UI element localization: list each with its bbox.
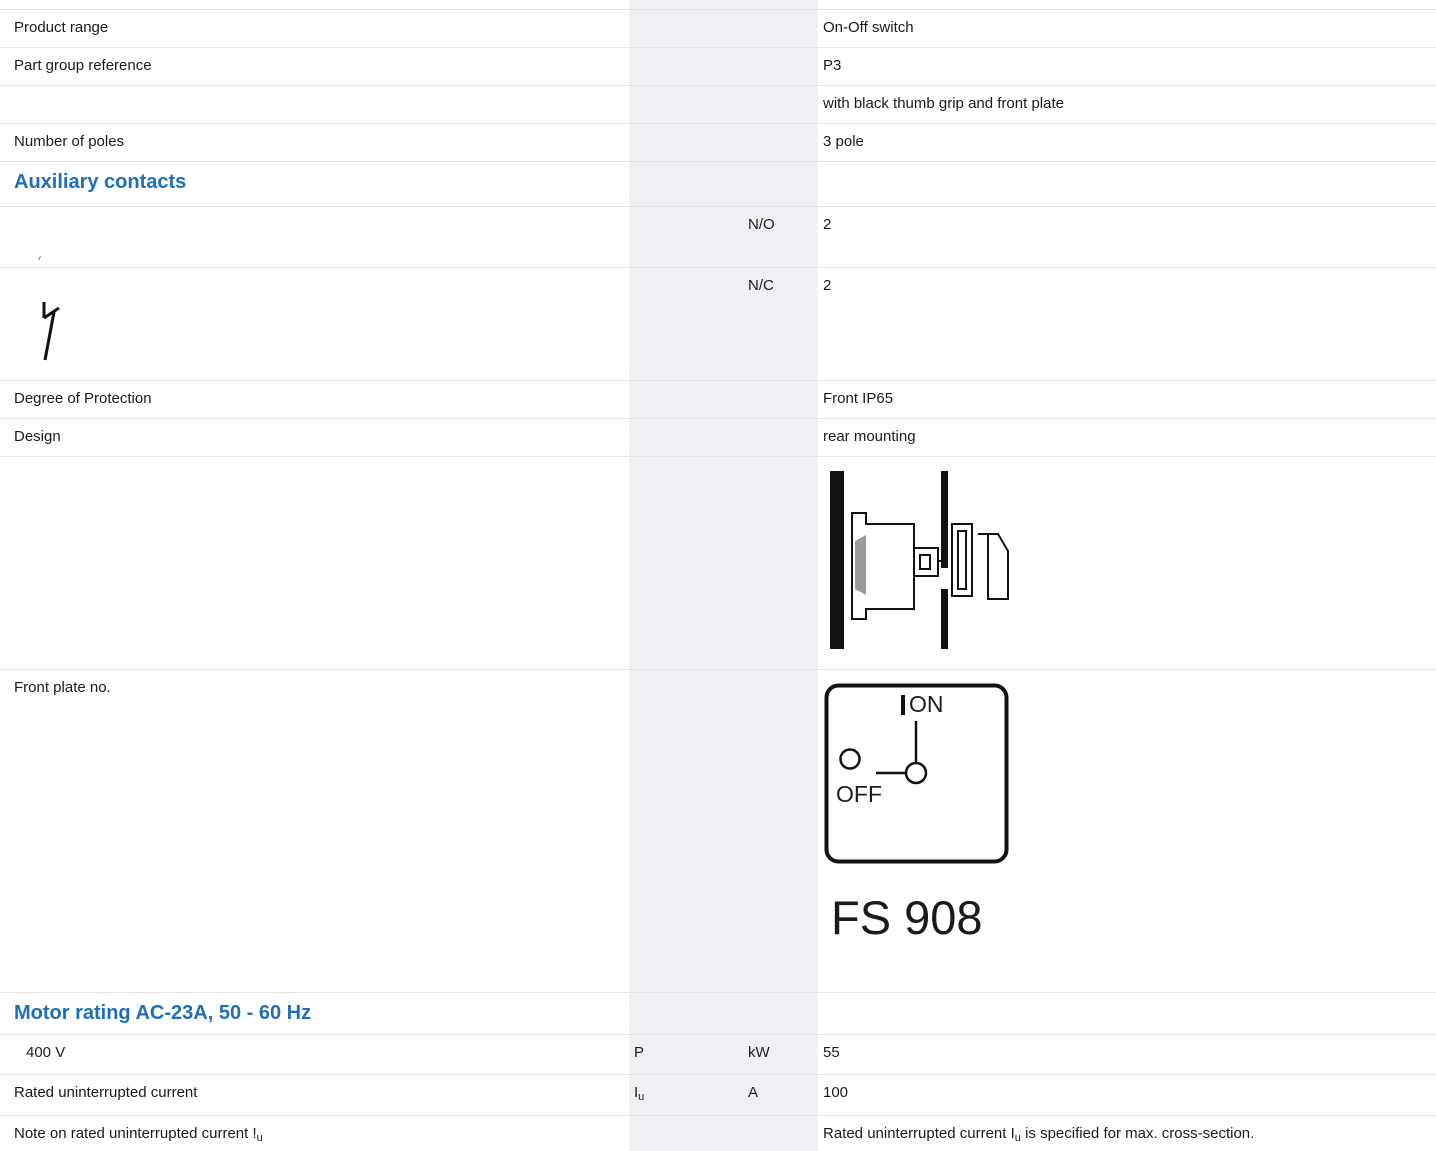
- section-auxiliary-contacts: Auxiliary contacts: [0, 162, 1436, 207]
- row-value: 2: [823, 277, 832, 294]
- row-aux-nc: N/C 2: [0, 268, 1436, 381]
- top-border: [0, 0, 1436, 10]
- row-grip: with black thumb grip and front plate: [0, 86, 1436, 124]
- row-value: 2: [823, 216, 832, 233]
- row-label: 400 V: [26, 1044, 66, 1061]
- row-value: 3 pole: [823, 133, 864, 150]
- row-symbol: Iu: [634, 1084, 645, 1103]
- row-label: Product range: [14, 19, 109, 36]
- row-design: Design rear mounting: [0, 419, 1436, 457]
- row-value: 100: [823, 1084, 849, 1101]
- row-label: Part group reference: [14, 57, 152, 74]
- on-label: ON: [909, 691, 944, 717]
- off-label: OFF: [836, 781, 882, 807]
- row-symbol: P: [634, 1044, 645, 1061]
- row-label: Number of poles: [14, 133, 125, 150]
- row-value: Front IP65: [823, 390, 894, 407]
- section-heading: Auxiliary contacts: [14, 171, 187, 193]
- section-heading: Motor rating AC-23A, 50 - 60 Hz: [14, 1002, 312, 1024]
- rear-mounting-diagram-icon: [828, 469, 1018, 651]
- row-front-plate: Front plate no. ON OFF FS 908: [0, 670, 1436, 993]
- row-unit: A: [748, 1084, 759, 1101]
- row-part-group: Part group reference P3: [0, 48, 1436, 86]
- row-design-drawing: [0, 457, 1436, 670]
- row-protection: Degree of Protection Front IP65: [0, 381, 1436, 419]
- front-plate-drawing: ON OFF: [824, 683, 1010, 865]
- row-rated-current: Rated uninterrupted current Iu A 100: [0, 1075, 1436, 1116]
- row-unit: kW: [748, 1044, 770, 1061]
- row-value: P3: [823, 57, 842, 74]
- row-label: Degree of Protection: [14, 390, 152, 407]
- row-poles: Number of poles 3 pole: [0, 124, 1436, 162]
- row-note: Note on rated uninterrupted current !u R…: [0, 1116, 1436, 1151]
- row-unit: N/O: [748, 216, 775, 233]
- front-plate-code: FS 908: [831, 891, 983, 944]
- row-motor-400v: 400 V P kW 55: [0, 1035, 1436, 1075]
- row-value: 55: [823, 1044, 840, 1061]
- row-value: On-Off switch: [823, 19, 914, 36]
- row-label: Front plate no.: [14, 679, 111, 696]
- row-unit: N/C: [748, 277, 774, 294]
- row-aux-no: N/O 2: [0, 207, 1436, 268]
- row-label: Rated uninterrupted current: [14, 1084, 198, 1101]
- row-value: Rated uninterrupted current Iu is specif…: [823, 1125, 1255, 1144]
- row-label: Note on rated uninterrupted current !u: [14, 1125, 263, 1144]
- row-label: Design: [14, 428, 61, 445]
- section-motor-rating: Motor rating AC-23A, 50 - 60 Hz: [0, 993, 1436, 1035]
- row-value: with black thumb grip and front plate: [823, 95, 1064, 112]
- row-value: rear mounting: [823, 428, 916, 445]
- nc-contact-symbol-icon: [38, 296, 68, 366]
- row-product-range: Product range On-Off switch: [0, 10, 1436, 48]
- no-contact-symbol-icon: [38, 247, 41, 261]
